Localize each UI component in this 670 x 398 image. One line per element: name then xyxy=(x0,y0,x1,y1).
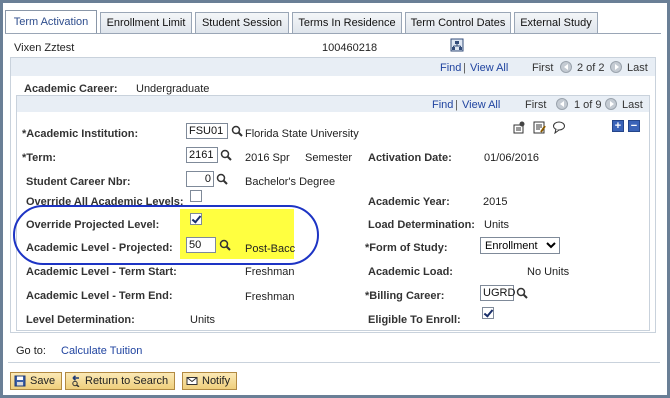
outer-nav-bar xyxy=(11,58,655,76)
inner-view-all-link[interactable]: View All xyxy=(462,99,500,111)
inner-separator: | xyxy=(455,99,458,111)
term-description: 2016 Spr xyxy=(245,152,290,164)
calculate-tuition-link[interactable]: Calculate Tuition xyxy=(61,345,142,357)
outer-first-label[interactable]: First xyxy=(532,62,553,74)
tab-enrollment-limit[interactable]: Enrollment Limit xyxy=(100,12,192,33)
term-type: Semester xyxy=(305,152,353,164)
academic-institution-label: *Academic Institution: xyxy=(22,128,139,140)
inner-last-label[interactable]: Last xyxy=(622,99,643,111)
notify-icon xyxy=(186,377,198,385)
inner-find-link[interactable]: Find xyxy=(432,99,453,111)
goto-label: Go to: xyxy=(16,345,46,357)
save-button[interactable]: Save xyxy=(10,372,63,390)
institution-description: Florida State University xyxy=(245,128,359,140)
footer-divider xyxy=(8,362,660,363)
outer-last-label[interactable]: Last xyxy=(627,62,648,74)
inner-nav-bar xyxy=(17,96,649,112)
career-nbr-lookup-icon[interactable] xyxy=(216,173,228,185)
academic-career-value: Undergraduate xyxy=(136,83,210,95)
level-projected-description: Post-Bacc xyxy=(245,243,296,255)
org-chart-icon[interactable] xyxy=(450,38,464,52)
level-term-start-value: Freshman xyxy=(245,266,295,278)
billing-career-label: *Billing Career: xyxy=(365,290,445,302)
billing-career-lookup-icon[interactable] xyxy=(516,287,528,299)
career-nbr-description: Bachelor's Degree xyxy=(245,176,336,188)
inner-next-icon[interactable] xyxy=(605,98,617,110)
form-of-study-select[interactable]: Enrollment xyxy=(480,237,560,254)
outer-next-icon[interactable] xyxy=(610,61,622,73)
override-all-levels-checkbox[interactable] xyxy=(190,190,202,202)
load-determination-value: Units xyxy=(484,219,510,231)
academic-load-value: No Units xyxy=(527,266,570,278)
tab-external-study[interactable]: External Study xyxy=(514,12,598,33)
level-determination-label: Level Determination: xyxy=(26,314,135,326)
tab-label: Enrollment Limit xyxy=(106,17,186,29)
override-projected-level-checkbox[interactable] xyxy=(190,213,202,225)
return-to-search-label: Return to Search xyxy=(85,375,169,387)
tab-term-activation[interactable]: Term Activation xyxy=(5,10,97,34)
academic-institution-input[interactable]: FSU01 xyxy=(186,123,228,139)
save-icon xyxy=(14,375,26,387)
tab-underline xyxy=(5,33,661,34)
level-determination-value: Units xyxy=(190,314,216,326)
billing-career-input[interactable]: UGRD xyxy=(480,285,515,301)
term-input[interactable]: 2161 xyxy=(186,147,218,163)
eligible-to-enroll-checkbox[interactable] xyxy=(482,307,494,319)
tab-terms-in-residence[interactable]: Terms In Residence xyxy=(292,12,402,33)
student-career-nbr-label: Student Career Nbr: xyxy=(26,176,131,188)
outer-find-link[interactable]: Find xyxy=(440,62,461,74)
tab-student-session[interactable]: Student Session xyxy=(195,12,289,33)
term-label: *Term: xyxy=(22,152,57,164)
activation-date-label: Activation Date: xyxy=(368,152,452,164)
tab-label: Terms In Residence xyxy=(298,17,396,29)
load-determination-label: Load Determination: xyxy=(368,219,475,231)
outer-prev-icon[interactable] xyxy=(560,61,572,73)
academic-load-label: Academic Load: xyxy=(368,266,453,278)
related-content-icon[interactable] xyxy=(512,120,526,134)
inner-row-count: 1 of 9 xyxy=(574,99,602,111)
tab-label: Term Control Dates xyxy=(410,17,506,29)
academic-level-projected-label: Academic Level - Projected: xyxy=(26,242,173,254)
outer-row-count: 2 of 2 xyxy=(577,62,605,74)
student-id: 100460218 xyxy=(322,42,378,54)
notify-button-label: Notify xyxy=(202,375,231,387)
blue-annotation-oval xyxy=(13,205,319,265)
comment-icon[interactable] xyxy=(552,120,566,134)
notify-button[interactable]: Notify xyxy=(182,372,238,390)
level-term-end-label: Academic Level - Term End: xyxy=(26,290,173,302)
override-all-levels-label: Override All Academic Levels: xyxy=(26,196,184,208)
return-arrow-icon xyxy=(72,375,80,387)
tab-term-control-dates[interactable]: Term Control Dates xyxy=(405,12,511,33)
student-career-nbr-input[interactable]: 0 xyxy=(186,171,214,187)
inner-first-label[interactable]: First xyxy=(525,99,546,111)
academic-year-value: 2015 xyxy=(483,196,508,208)
eligible-to-enroll-label: Eligible To Enroll: xyxy=(368,314,461,326)
notepad-icon[interactable] xyxy=(532,120,546,134)
override-projected-level-label: Override Projected Level: xyxy=(26,219,160,231)
activation-date-value: 01/06/2016 xyxy=(484,152,540,164)
academic-year-label: Academic Year: xyxy=(368,196,450,208)
academic-career-label: Academic Career: xyxy=(24,83,118,95)
inner-prev-icon[interactable] xyxy=(556,98,568,110)
form-of-study-label: *Form of Study: xyxy=(365,242,448,254)
level-term-end-value: Freshman xyxy=(245,291,295,303)
outer-separator: | xyxy=(463,62,466,74)
student-name: Vixen Zztest xyxy=(14,42,75,54)
term-lookup-icon[interactable] xyxy=(220,149,232,161)
return-to-search-button[interactable]: Return to Search xyxy=(65,372,176,390)
academic-level-projected-input[interactable]: 50 xyxy=(186,237,216,253)
add-row-icon[interactable]: + xyxy=(612,120,624,132)
level-term-start-label: Academic Level - Term Start: xyxy=(26,266,177,278)
tab-label: External Study xyxy=(520,17,592,29)
tab-label: Student Session xyxy=(201,17,283,29)
save-button-label: Save xyxy=(30,375,56,387)
level-projected-lookup-icon[interactable] xyxy=(219,239,231,251)
institution-lookup-icon[interactable] xyxy=(231,125,243,137)
outer-view-all-link[interactable]: View All xyxy=(470,62,508,74)
tab-label: Term Activation xyxy=(13,16,89,28)
delete-row-icon[interactable]: − xyxy=(628,120,640,132)
